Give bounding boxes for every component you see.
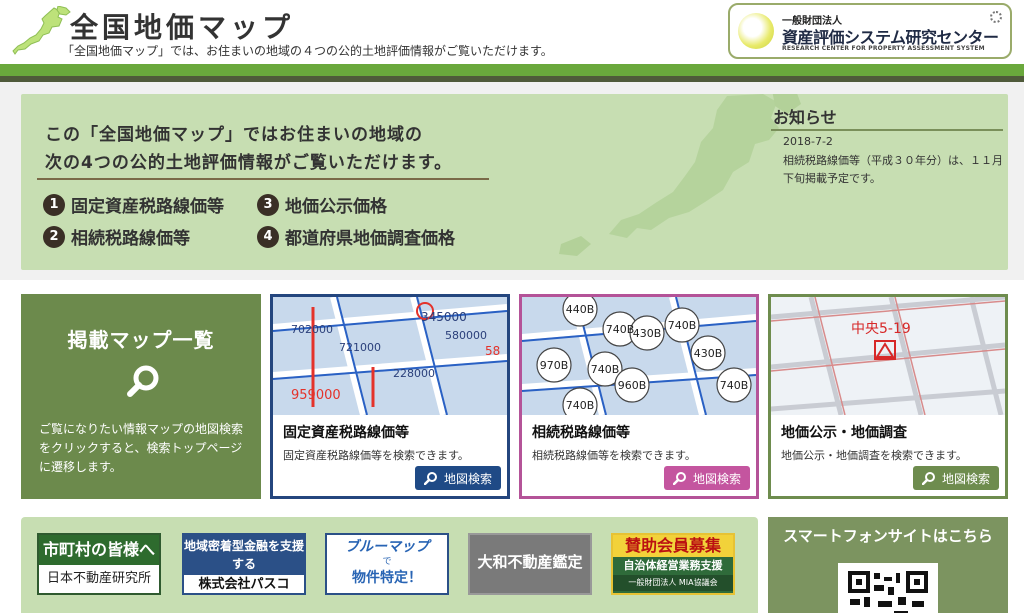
map-label: 970B: [540, 359, 569, 372]
hero-item-label: 相続税路線価等: [71, 229, 190, 249]
map-label: 345000: [421, 310, 467, 324]
map-label: 430B: [633, 327, 662, 340]
card-title: 地価公示・地価調査: [781, 425, 907, 441]
header-band-green: [0, 64, 1024, 76]
button-label: 地図検索: [443, 471, 492, 486]
banner-text: 市町村の皆様へ: [39, 535, 159, 565]
card-description: 地価公示・地価調査を検索できます。: [781, 449, 967, 462]
card-title: 固定資産税路線価等: [283, 425, 409, 441]
search-icon: [423, 472, 437, 485]
news-text: 相続税路線価等（平成３０年分）は、１１月下旬掲載予定です。: [783, 154, 1003, 185]
banner-text: 地域密着型金融を支援する: [184, 535, 304, 575]
hero-item-label: 地価公示価格: [285, 197, 387, 217]
map-label: 430B: [694, 347, 723, 360]
banner-text: 株式会社パスコ: [198, 577, 290, 592]
map-label: 721000: [339, 341, 381, 354]
number-badge: 4: [257, 225, 279, 248]
banner-text: で: [382, 557, 392, 567]
map-label: 440B: [566, 303, 595, 316]
banner-daiwa-appraisal[interactable]: 大和不動産鑑定: [468, 533, 592, 595]
banner-member-recruitment[interactable]: 賛助会員募集 自治体経営業務支援 一般財団法人 MIA協議会: [611, 533, 735, 595]
hero-divider: [37, 178, 489, 180]
hero-item-4: 4 都道府県地価調査価格: [257, 224, 455, 249]
map-label: 中央5-19: [851, 321, 911, 337]
map-list-title: 掲載マップ一覧: [67, 328, 215, 352]
banner-text: 賛助会員募集: [613, 535, 733, 557]
banner-pasco[interactable]: 地域密着型金融を支援する 株式会社パスコ: [182, 533, 306, 595]
qr-code-icon[interactable]: [838, 563, 938, 613]
card-inheritance-tax[interactable]: 440B 740B 430B 740B 970B 740B 430B 960B …: [519, 294, 759, 499]
search-icon: [127, 365, 159, 397]
hero-line-2: 次の4つの公的土地評価情報がご覧いただけます。: [45, 153, 453, 173]
banner-text: 自治体経営業務支援: [623, 559, 723, 572]
fixed-asset-map-thumbnail[interactable]: 702000 345000 721000 580000 58 228000 95…: [273, 297, 507, 415]
map-search-button[interactable]: 地図検索: [415, 466, 501, 490]
card-description: 固定資産税路線価等を検索できます。: [283, 449, 469, 462]
map-label: 702000: [291, 323, 333, 336]
gear-icon: [990, 11, 1002, 23]
sponsor-banner-area: 市町村の皆様へ 日本不動産研究所 地域密着型金融を支援する 株式会社パスコ ブル…: [21, 517, 758, 613]
card-description: 相続税路線価等を検索できます。: [532, 449, 696, 462]
org-emblem-icon: [738, 13, 774, 49]
map-label: 580000: [445, 329, 487, 342]
hero-item-label: 固定資産税路線価等: [71, 197, 224, 217]
search-icon: [921, 472, 935, 485]
site-header: 全国地価マップ 「全国地価マップ」では、お住まいの地域の４つの公的土地評価情報が…: [0, 0, 1024, 64]
banner-text: 一般財団法人 MIA協議会: [613, 575, 733, 591]
search-icon: [672, 472, 686, 485]
button-label: 地図検索: [941, 471, 990, 486]
number-badge: 1: [43, 193, 65, 216]
map-label: 740B: [668, 319, 697, 332]
hero-item-1: 1 固定資産税路線価等: [43, 192, 224, 217]
banner-text: 日本不動産研究所: [46, 571, 151, 586]
japan-map-icon: [559, 94, 801, 256]
smartphone-site-title: スマートフォンサイトはこちら: [783, 527, 993, 545]
map-label: 740B: [606, 323, 635, 336]
org-english-name: RESEARCH CENTER FOR PROPERTY ASSESSMENT …: [782, 45, 985, 52]
news-divider: [771, 129, 1003, 131]
map-search-button[interactable]: 地図検索: [913, 466, 999, 490]
news-section: お知らせ 2018-7-2 相続税路線価等（平成３０年分）は、１１月下旬掲載予定…: [771, 94, 1008, 270]
org-logo-link[interactable]: 一般財団法人 資産評価システム研究センター RESEARCH CENTER FO…: [728, 3, 1012, 59]
banner-blue-map[interactable]: ブルーマップ で 物件特定！: [325, 533, 449, 595]
card-land-price[interactable]: 中央5-19 地価公示・地価調査 地価公示・地価調査を検索できます。 地図検索: [768, 294, 1008, 499]
map-label: 740B: [720, 379, 749, 392]
map-label: 960B: [618, 379, 647, 392]
map-label: 228000: [393, 367, 435, 380]
card-title: 相続税路線価等: [532, 425, 630, 441]
banner-text: ブルーマップ: [345, 539, 429, 555]
map-label: 740B: [566, 399, 595, 412]
banner-japan-real-estate-institute[interactable]: 市町村の皆様へ 日本不動産研究所: [37, 533, 161, 595]
number-badge: 2: [43, 225, 65, 248]
button-label: 地図検索: [692, 471, 741, 486]
map-label: 740B: [591, 363, 620, 376]
number-badge: 3: [257, 193, 279, 216]
map-search-button[interactable]: 地図検索: [664, 466, 750, 490]
card-fixed-asset-tax[interactable]: 702000 345000 721000 580000 58 228000 95…: [270, 294, 510, 499]
hero-item-label: 都道府県地価調査価格: [285, 229, 455, 249]
banner-text: 大和不動産鑑定: [477, 553, 583, 571]
hero-panel: この「全国地価マップ」ではお住まいの地域の 次の4つの公的土地評価情報がご覧いた…: [21, 94, 1008, 270]
news-date: 2018-7-2: [783, 135, 833, 148]
site-subtitle: 「全国地価マップ」では、お住まいの地域の４つの公的土地評価情報がご覧いただけます…: [62, 44, 553, 58]
banner-text: 物件特定！: [352, 570, 422, 586]
land-price-map-thumbnail[interactable]: 中央5-19: [771, 297, 1005, 415]
hero-item-2: 2 相続税路線価等: [43, 224, 190, 249]
hero-line-1: この「全国地価マップ」ではお住まいの地域の: [45, 125, 423, 145]
map-list-text: ご覧になりたい情報マップの地図検索をクリックすると、検索トップページに遷移します…: [39, 422, 244, 474]
hero-item-3: 3 地価公示価格: [257, 192, 387, 217]
smartphone-site-panel: スマートフォンサイトはこちら: [768, 517, 1008, 613]
map-label: 959000: [291, 388, 341, 403]
news-title: お知らせ: [773, 108, 837, 127]
map-label: 58: [485, 344, 500, 358]
map-list-panel: 掲載マップ一覧 ご覧になりたい情報マップの地図検索をクリックすると、検索トップペ…: [21, 294, 261, 499]
site-title[interactable]: 全国地価マップ: [70, 6, 294, 46]
inheritance-map-thumbnail[interactable]: 440B 740B 430B 740B 970B 740B 430B 960B …: [522, 297, 756, 415]
